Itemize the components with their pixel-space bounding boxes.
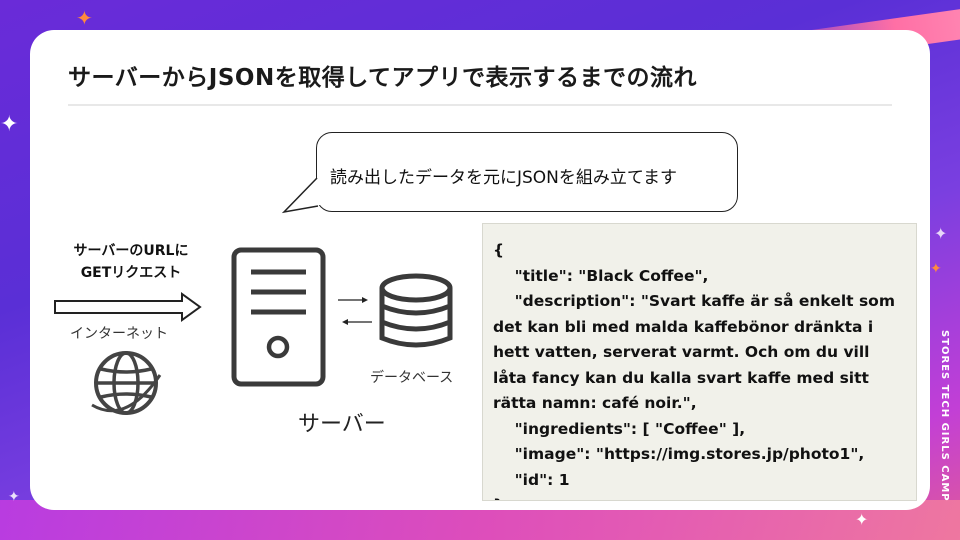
database-label: データベース	[370, 370, 454, 386]
server-label: サーバー	[298, 412, 386, 437]
database-icon	[379, 273, 453, 348]
internet-label: インターネット	[70, 326, 168, 342]
server-icon	[231, 247, 326, 387]
json-code-block: { "title": "Black Coffee", "description"…	[482, 223, 917, 501]
sparkle-icon: ✦	[934, 224, 948, 243]
arrow-right-icon	[54, 292, 202, 322]
sync-arrows-icon	[338, 297, 372, 325]
brand-watermark: STORES TECH GIRLS CAMP	[939, 330, 950, 502]
sparkle-icon: ✦	[8, 489, 20, 505]
sparkle-icon: ✦	[0, 112, 19, 137]
request-label-line1: サーバーのURLに	[73, 243, 189, 259]
speech-bubble-text: 読み出したデータを元にJSONを組み立てます	[330, 168, 678, 188]
slide-title: サーバーからJSONを取得してアプリで表示するまでの流れ	[68, 65, 698, 91]
sparkle-icon: ✦	[76, 6, 93, 30]
request-label: サーバーのURLに GETリクエスト	[56, 240, 206, 284]
sparkle-icon: ✦	[930, 261, 942, 277]
globe-icon	[91, 351, 162, 415]
request-label-line2: GETリクエスト	[80, 265, 182, 281]
speech-bubble-tail	[281, 177, 320, 214]
sparkle-icon: ✦	[855, 510, 869, 529]
title-divider	[68, 104, 892, 106]
